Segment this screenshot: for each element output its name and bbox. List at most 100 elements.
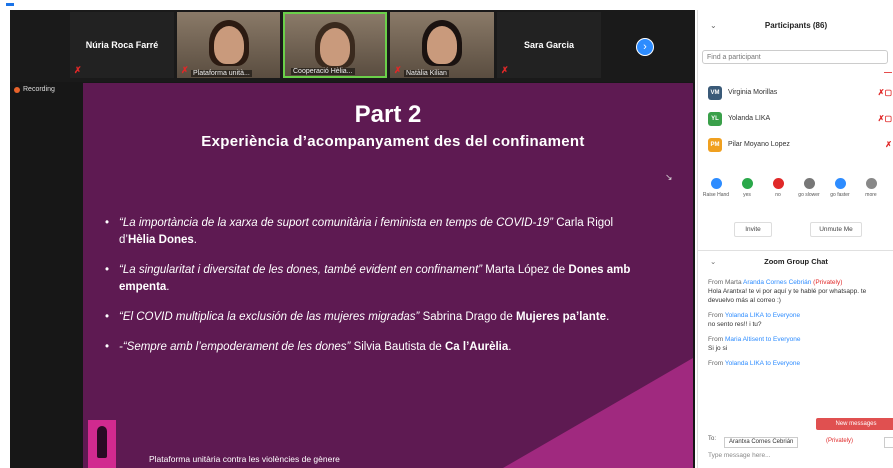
participant-name: Pilar Moyano Lopez <box>728 141 790 148</box>
participants-title: Participants (86) <box>764 21 828 30</box>
message-sender: From Yolanda LIKA to Everyone <box>708 359 892 368</box>
from-prefix: From Marta <box>708 279 744 286</box>
organization-logo <box>88 420 116 468</box>
faster-icon <box>834 178 846 189</box>
chat-title: Zoom Group Chat <box>764 257 828 266</box>
participant-name: Yolanda LIKA <box>728 115 771 122</box>
participant-face <box>213 26 244 64</box>
participant-row[interactable]: YL Yolanda LIKA ✗▢ <box>708 108 893 134</box>
gallery-strip: Núria Roca Farré ✗ ✗ Plataforma unità...… <box>10 10 695 82</box>
chat-message: From Yolanda LIKA to Everyone <box>708 359 892 368</box>
sender-name[interactable]: Yolanda LIKA to Everyone <box>725 360 800 367</box>
participant-search-input[interactable]: Find a participant <box>702 50 888 64</box>
reaction-label: no <box>775 192 781 198</box>
go-slower-button[interactable]: go slower <box>795 178 823 198</box>
logo-figure <box>97 426 107 458</box>
go-faster-button[interactable]: go faster <box>826 178 854 198</box>
left-strip <box>0 8 10 468</box>
bullet-author: Sabrina Drago de <box>419 311 516 323</box>
reaction-label: go slower <box>798 192 820 198</box>
participant-tile[interactable]: ✗ Natàlia Kilian <box>390 12 494 78</box>
reaction-label: go faster <box>830 192 850 198</box>
yes-button[interactable]: yes <box>733 178 761 198</box>
recording-label: Recording <box>23 86 55 93</box>
bullet-quote: -“Sempre amb l’empoderament de les dones… <box>119 341 351 353</box>
participant-row-partial[interactable]: — <box>708 68 893 82</box>
mouse-cursor-icon: ↘ <box>665 172 673 182</box>
new-messages-button[interactable]: New messages <box>816 418 893 430</box>
more-button[interactable]: more <box>857 178 885 198</box>
sender-name[interactable]: Yolanda LIKA to Everyone <box>725 312 800 319</box>
slide-bullets: “La importància de la xarxa de suport co… <box>103 215 643 369</box>
record-dot-icon <box>14 86 20 93</box>
no-button[interactable]: no <box>764 178 792 198</box>
message-text: Hola Arantxa! te vi por aquí y te hablé … <box>708 288 867 304</box>
bullet-org: Hèlia Dones <box>127 234 194 246</box>
bullet-end: . <box>166 281 170 293</box>
message-sender: From Maria Altisent to Everyone <box>708 335 892 344</box>
participant-name: Virginia Morillas <box>728 89 778 96</box>
check-icon <box>741 178 753 189</box>
bullet-end: . <box>508 341 512 353</box>
avatar: PM <box>708 138 722 152</box>
participant-list: — VM Virginia Morillas ✗▢ YL Yolanda LIK… <box>708 68 893 160</box>
participant-tile[interactable]: Sara Garcia ✗ <box>497 12 601 78</box>
top-bar <box>0 0 893 6</box>
avatar: VM <box>708 86 722 100</box>
chat-header: ⌄ Zoom Group Chat <box>698 250 893 273</box>
chat-more-button[interactable] <box>884 437 893 448</box>
next-page-icon[interactable]: › <box>636 38 654 56</box>
participant-row[interactable]: VM Virginia Morillas ✗▢ <box>708 82 893 108</box>
slide-subtitle: Experiència d’acompanyament des del conf… <box>201 133 585 150</box>
reaction-label: more <box>865 192 877 198</box>
invite-button[interactable]: Invite <box>734 222 772 237</box>
muted-icon: — <box>884 68 892 77</box>
message-text: no sento res!! i tu? <box>708 321 762 328</box>
to-label: To: <box>708 436 717 442</box>
slide-footer: Plataforma unitària contra les violèncie… <box>149 454 340 464</box>
tile-label: Plataforma unità... <box>191 70 252 77</box>
collapse-chevron-icon[interactable]: ⌄ <box>710 10 717 42</box>
bullet-author: Marta López de <box>482 264 569 276</box>
muted-mic-icon: ✗ <box>181 65 189 75</box>
bullet-end: . <box>193 234 197 246</box>
bullet-org: Mujeres pa’lante <box>515 311 607 323</box>
slower-icon <box>803 178 815 189</box>
participant-face <box>427 26 457 64</box>
avatar: YL <box>708 112 722 126</box>
participant-face <box>320 28 350 66</box>
from-prefix: From <box>708 312 725 319</box>
bullet-item: -“Sempre amb l’empoderament de les dones… <box>103 339 643 356</box>
reactions-bar: Raise Hand yes no go slower go faster mo… <box>702 178 893 208</box>
reaction-label: Raise Hand <box>702 192 730 198</box>
window-mark <box>6 3 14 6</box>
meeting-view: Núria Roca Farré ✗ ✗ Plataforma unità...… <box>10 10 695 468</box>
collapse-chevron-icon[interactable]: ⌄ <box>710 251 716 273</box>
side-panel: ⌄ Participants (86) Find a participant —… <box>697 10 893 468</box>
bullet-quote: “La importància de la xarxa de suport co… <box>119 217 554 229</box>
sender-name[interactable]: Aranda Cornes Cebrián <box>743 279 811 286</box>
bullet-author: Silvia Bautista de <box>350 341 445 353</box>
participant-actions: Invite Unmute Me <box>698 222 893 237</box>
chat-message-input[interactable]: Type message here... <box>708 452 771 459</box>
unmute-me-button[interactable]: Unmute Me <box>810 222 862 237</box>
muted-mic-icon: ✗ <box>885 140 892 149</box>
recipient-select[interactable]: Arantxa Cornes Cebrián <box>724 437 799 448</box>
raise-hand-icon <box>710 178 722 189</box>
chat-messages: From Marta Aranda Cornes Cebrián (Privat… <box>708 278 892 374</box>
x-icon <box>772 178 784 189</box>
sender-name[interactable]: Maria Altisent to Everyone <box>725 336 801 343</box>
muted-mic-icon: ✗ <box>394 65 402 75</box>
from-prefix: From <box>708 336 725 343</box>
bullet-item: “El COVID multiplica la exclusión de las… <box>103 309 643 326</box>
participant-tile[interactable]: ✗ Plataforma unità... <box>177 12 280 78</box>
bullet-quote: “El COVID multiplica la exclusión de las… <box>119 311 420 323</box>
muted-mic-icon: ✗▢ <box>877 88 892 97</box>
muted-mic-icon: ✗ <box>501 65 509 75</box>
participant-tile[interactable]: Núria Roca Farré ✗ <box>70 12 174 78</box>
raise-hand-button[interactable]: Raise Hand <box>702 178 730 198</box>
participant-tile-active[interactable]: Cooperació Hèlia... <box>283 12 387 78</box>
muted-mic-icon: ✗▢ <box>877 114 892 123</box>
participant-row[interactable]: PM Pilar Moyano Lopez ✗ <box>708 134 893 160</box>
more-icon <box>865 178 877 189</box>
